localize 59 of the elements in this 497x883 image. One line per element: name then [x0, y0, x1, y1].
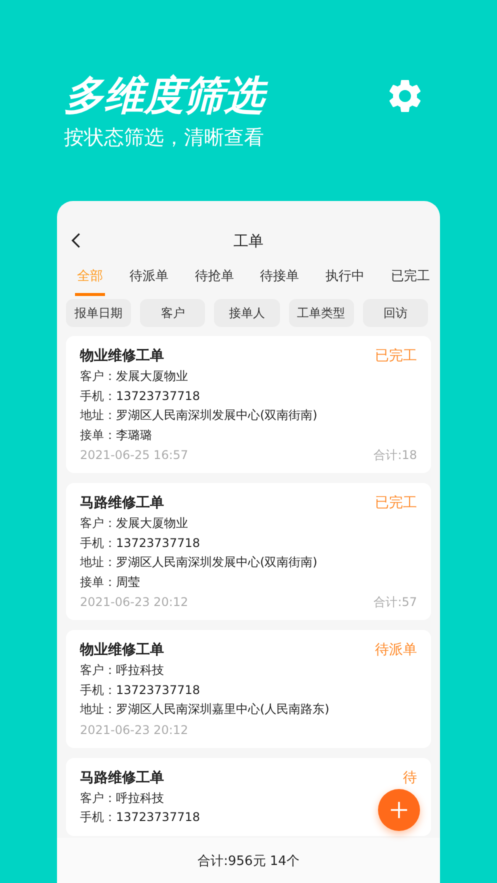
order-card[interactable]: 马路维修工单 待 客户：呼拉科技 手机：13723737718	[66, 758, 431, 836]
summary-text: 合计:956元 14个	[198, 852, 300, 870]
field-value: 13723737718	[116, 388, 200, 402]
hero-subtitle: 按状态筛选，清晰查看	[64, 124, 265, 151]
filter-chip[interactable]: 回访	[362, 299, 428, 327]
field-label: 手机：	[80, 536, 116, 550]
field-value: 13723737718	[116, 682, 200, 696]
field-label: 地址：	[80, 702, 116, 716]
filter-chip[interactable]: 接单人	[214, 299, 280, 327]
field-label: 客户：	[80, 369, 116, 383]
status-tab[interactable]: 已完工	[388, 265, 432, 296]
order-status: 已完工	[375, 494, 417, 512]
field-value: 呼拉科技	[116, 790, 164, 804]
order-card[interactable]: 马路维修工单 已完工 客户：发展大厦物业 手机：13723737718 地址：罗湖区人民南深圳发展中心(双南街南) 接单：周莹 2021-06-23 20:12 合计:57	[66, 483, 431, 620]
field-value: 罗湖区人民南深圳发展中心(双南街南)	[116, 555, 318, 569]
page-title: 工单	[234, 232, 264, 250]
field-label: 手机：	[80, 388, 116, 402]
field-label: 接单：	[80, 428, 116, 442]
field-label: 地址：	[80, 408, 116, 422]
field-label: 客户：	[80, 790, 116, 804]
field-value: 罗湖区人民南深圳嘉里中心(人民南路东)	[116, 702, 330, 716]
field-label: 地址：	[80, 555, 116, 569]
order-card[interactable]: 物业维修工单 待派单 客户：呼拉科技 手机：13723737718 地址：罗湖区人民南深圳嘉里中心(人民南路东) 2021-06-23 20:12	[66, 630, 431, 748]
field-value: 13723737718	[116, 536, 200, 550]
status-tab[interactable]: 待接单	[258, 265, 302, 296]
field-label: 接单：	[80, 574, 116, 588]
plus-icon	[390, 801, 408, 819]
order-status: 待派单	[375, 641, 417, 659]
filter-chip[interactable]: 报单日期	[66, 299, 132, 327]
order-card[interactable]: 物业维修工单 已完工 客户：发展大厦物业 手机：13723737718 地址：罗湖区人民南深圳发展中心(双南街南) 接单：李璐璐 2021-06-25 16:57 合计:18	[66, 336, 431, 473]
field-value: 发展大厦物业	[116, 369, 188, 383]
order-title: 马路维修工单	[80, 494, 164, 513]
order-date: 2021-06-23 20:12	[80, 722, 188, 738]
filter-chip[interactable]: 客户	[140, 299, 206, 327]
status-tab[interactable]: 执行中	[324, 265, 367, 296]
order-title: 物业维修工单	[80, 346, 164, 366]
status-tab[interactable]: 待抢单	[192, 265, 236, 296]
field-value: 李璐璐	[116, 428, 152, 442]
field-label: 客户：	[80, 516, 116, 530]
field-value: 发展大厦物业	[116, 516, 188, 530]
order-status: 已完工	[375, 347, 417, 365]
field-value: 周莹	[116, 574, 140, 588]
order-date: 2021-06-25 16:57	[80, 447, 188, 464]
order-date: 2021-06-23 20:12	[80, 594, 188, 611]
order-title: 马路维修工单	[80, 768, 164, 788]
filter-chip[interactable]: 工单类型	[288, 299, 354, 327]
order-status: 待	[403, 768, 417, 786]
order-total: 合计:18	[374, 447, 417, 464]
back-icon[interactable]	[71, 232, 81, 249]
order-title: 物业维修工单	[80, 640, 164, 660]
field-label: 手机：	[80, 682, 116, 696]
field-value: 13723737718	[116, 810, 200, 824]
status-tab[interactable]: 待派单	[127, 265, 170, 296]
order-total: 合计:57	[374, 594, 417, 611]
field-label: 客户：	[80, 663, 116, 677]
field-label: 手机：	[80, 810, 116, 824]
field-value: 罗湖区人民南深圳发展中心(双南街南)	[116, 408, 318, 422]
field-value: 呼拉科技	[116, 663, 164, 677]
hero-title: 多维度筛选	[64, 70, 272, 122]
